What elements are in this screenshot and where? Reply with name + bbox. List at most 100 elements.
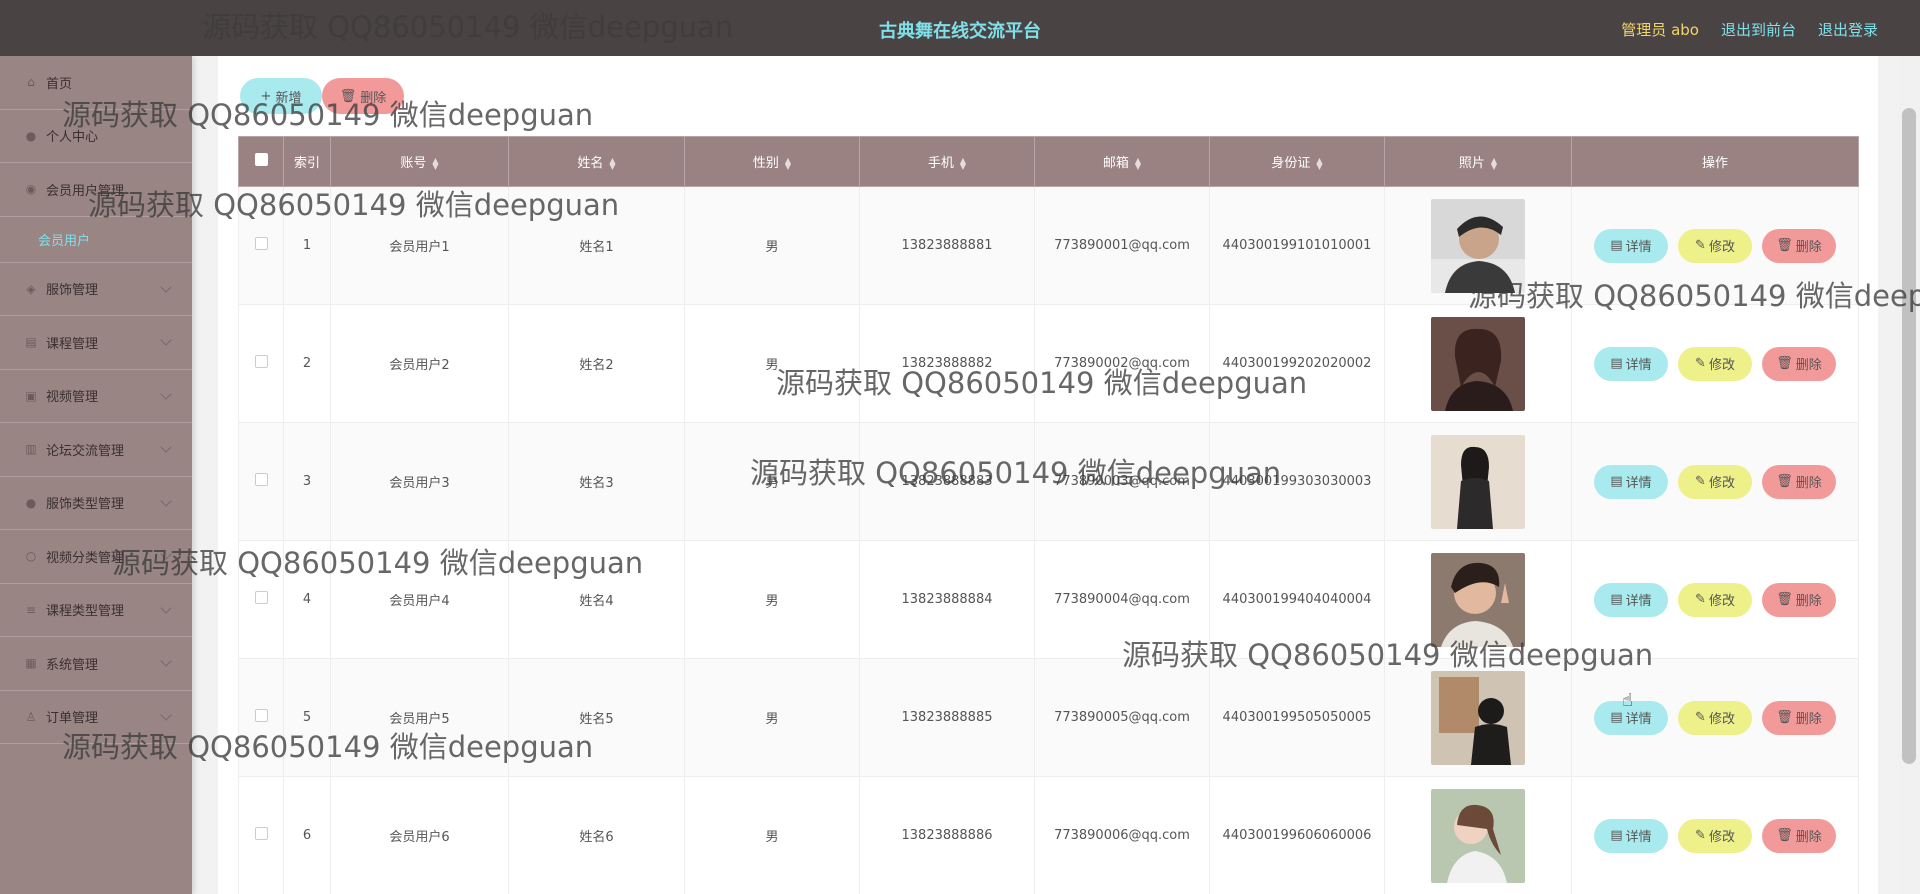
top-bar: 古典舞在线交流平台 管理员 abo 退出到前台 退出登录 xyxy=(0,0,1920,56)
admin-user-label: 管理员 abo xyxy=(1621,21,1699,39)
edit-button[interactable]: ✎ 修改 xyxy=(1678,228,1752,263)
sidebar-item-home[interactable]: ⌂ 首页 xyxy=(0,56,192,110)
sidebar-item-order-management[interactable]: ♙ 订单管理 xyxy=(0,691,192,744)
sidebar-item-course-management[interactable]: ▤ 课程管理 xyxy=(0,316,192,370)
sidebar-item-profile[interactable]: ● 个人中心 xyxy=(0,110,192,163)
order-icon: ♙ xyxy=(25,709,37,724)
shirt-icon: ◈ xyxy=(26,281,36,296)
document-icon: ▤ xyxy=(1610,710,1623,725)
edit-button[interactable]: ✎ 修改 xyxy=(1678,818,1752,853)
batch-delete-button[interactable]: 🗑 删除 xyxy=(322,78,404,114)
sidebar-item-video-management[interactable]: ▣ 视频管理 xyxy=(0,370,192,423)
user-photo xyxy=(1431,788,1525,883)
cell-phone: 13823888882 xyxy=(859,304,1035,423)
row-checkbox[interactable] xyxy=(254,355,268,368)
delete-button[interactable]: 🗑 删除 xyxy=(1762,818,1836,853)
cell-gender: 男 xyxy=(684,540,860,659)
chevron-down-icon xyxy=(160,280,172,293)
edit-button[interactable]: ✎ 修改 xyxy=(1678,464,1752,499)
sidebar-item-system-management[interactable]: ▦ 系统管理 xyxy=(0,637,192,691)
table-row: 5 会员用户5 姓名5 男 13823888885 773890005@qq.c… xyxy=(238,658,1859,777)
header-actions: 管理员 abo 退出到前台 退出登录 xyxy=(1621,19,1878,40)
detail-button[interactable]: ▤ 详情 xyxy=(1594,582,1668,617)
table-row: 6 会员用户6 姓名6 男 13823888886 773890006@qq.c… xyxy=(238,776,1859,894)
column-header-idcard[interactable]: 身份证 ▲ ▼ xyxy=(1209,136,1385,187)
cell-index: 1 xyxy=(283,186,331,305)
sidebar-subitem-member-users[interactable]: 会员用户 xyxy=(0,217,192,263)
cell-idcard: 440300199303030003 xyxy=(1209,422,1385,541)
home-icon: ⌂ xyxy=(27,75,35,90)
cell-phone: 13823888885 xyxy=(859,658,1035,777)
sort-icon[interactable]: ▲ ▼ xyxy=(1491,156,1497,170)
sidebar-item-forum-management[interactable]: ▥ 论坛交流管理 xyxy=(0,423,192,477)
column-header-email[interactable]: 邮箱 ▲ ▼ xyxy=(1034,136,1210,187)
document-icon: ▤ xyxy=(1610,828,1623,843)
chevron-down-icon xyxy=(160,708,172,721)
sidebar-item-costume-management[interactable]: ◈ 服饰管理 xyxy=(0,263,192,316)
sidebar-item-video-category-management[interactable]: ○ 视频分类管理 xyxy=(0,530,192,584)
scrollbar-thumb[interactable] xyxy=(1902,108,1916,764)
chevron-down-icon xyxy=(160,548,172,560)
add-button[interactable]: + 新增 xyxy=(240,78,322,114)
sidebar-item-label: 首页 xyxy=(46,76,73,92)
sort-icon[interactable]: ▲ ▼ xyxy=(432,156,438,170)
cell-phone: 13823888886 xyxy=(859,776,1035,894)
row-checkbox[interactable] xyxy=(254,237,268,250)
select-all-cell[interactable] xyxy=(238,136,284,187)
sort-icon[interactable]: ▲ ▼ xyxy=(609,156,615,170)
document-icon: ▤ xyxy=(1610,474,1623,489)
back-to-front-link[interactable]: 退出到前台 xyxy=(1721,19,1796,40)
row-checkbox[interactable] xyxy=(254,709,268,722)
column-header-actions: 操作 xyxy=(1571,136,1859,187)
detail-button[interactable]: ▤ 详情 xyxy=(1594,818,1668,853)
table-row: 3 会员用户3 姓名3 男 13823888883 773890003@qq.c… xyxy=(238,422,1859,541)
column-header-gender[interactable]: 性别 ▲ ▼ xyxy=(684,136,860,187)
sort-icon[interactable]: ▲ ▼ xyxy=(785,156,791,170)
sidebar-item-course-type-management[interactable]: ≡ 课程类型管理 xyxy=(0,584,192,637)
sidebar-item-costume-type-management[interactable]: ● 服饰类型管理 xyxy=(0,477,192,530)
sort-icon[interactable]: ▲ ▼ xyxy=(960,156,966,170)
sidebar-item-member-management[interactable]: ◉ 会员用户管理 xyxy=(0,163,192,217)
detail-button[interactable]: ▤ 详情 xyxy=(1594,464,1668,499)
trash-icon: 🗑 xyxy=(1776,592,1793,607)
cell-index: 2 xyxy=(283,304,331,423)
users-icon: ◉ xyxy=(25,182,37,197)
column-header-photo[interactable]: 照片 ▲ ▼ xyxy=(1384,136,1572,187)
user-photo xyxy=(1431,316,1525,411)
sidebar-item-label: 论坛交流管理 xyxy=(46,443,125,459)
cell-name: 姓名5 xyxy=(508,658,685,777)
edit-button[interactable]: ✎ 修改 xyxy=(1678,700,1752,735)
sidebar-item-label: 视频管理 xyxy=(46,390,99,406)
pencil-icon: ✎ xyxy=(1695,592,1706,607)
column-header-name[interactable]: 姓名 ▲ ▼ xyxy=(508,136,685,187)
vertical-scrollbar[interactable] xyxy=(1898,56,1920,894)
logout-link[interactable]: 退出登录 xyxy=(1818,19,1878,40)
document-icon: ▤ xyxy=(1610,592,1623,607)
chat-icon: ▥ xyxy=(25,442,37,457)
cell-idcard: 440300199101010001 xyxy=(1209,186,1385,305)
trash-icon: 🗑 xyxy=(1776,474,1793,489)
delete-button[interactable]: 🗑 删除 xyxy=(1762,346,1836,381)
chevron-down-icon xyxy=(160,655,172,667)
detail-button[interactable]: ▤ 详情 xyxy=(1594,228,1668,263)
sidebar-item-label: 服饰管理 xyxy=(46,283,99,299)
delete-button[interactable]: 🗑 删除 xyxy=(1762,228,1836,263)
sort-icon[interactable]: ▲ ▼ xyxy=(1316,156,1322,170)
row-checkbox[interactable] xyxy=(254,591,268,604)
column-header-account[interactable]: 账号 ▲ ▼ xyxy=(330,136,509,187)
detail-button[interactable]: ▤ 详情 xyxy=(1594,346,1668,381)
row-checkbox[interactable] xyxy=(254,827,268,840)
delete-button[interactable]: 🗑 删除 xyxy=(1762,464,1836,499)
column-header-phone[interactable]: 手机 ▲ ▼ xyxy=(859,136,1035,187)
plus-icon: + xyxy=(260,88,272,104)
select-all-checkbox[interactable] xyxy=(254,153,268,166)
edit-button[interactable]: ✎ 修改 xyxy=(1678,346,1752,381)
cell-gender: 男 xyxy=(684,186,860,305)
row-checkbox[interactable] xyxy=(254,473,268,486)
cell-account: 会员用户4 xyxy=(330,540,509,659)
delete-button[interactable]: 🗑 删除 xyxy=(1762,700,1836,735)
edit-button[interactable]: ✎ 修改 xyxy=(1678,582,1752,617)
sort-icon[interactable]: ▲ ▼ xyxy=(1135,156,1141,170)
cell-gender: 男 xyxy=(684,658,860,777)
delete-button[interactable]: 🗑 删除 xyxy=(1762,582,1836,617)
